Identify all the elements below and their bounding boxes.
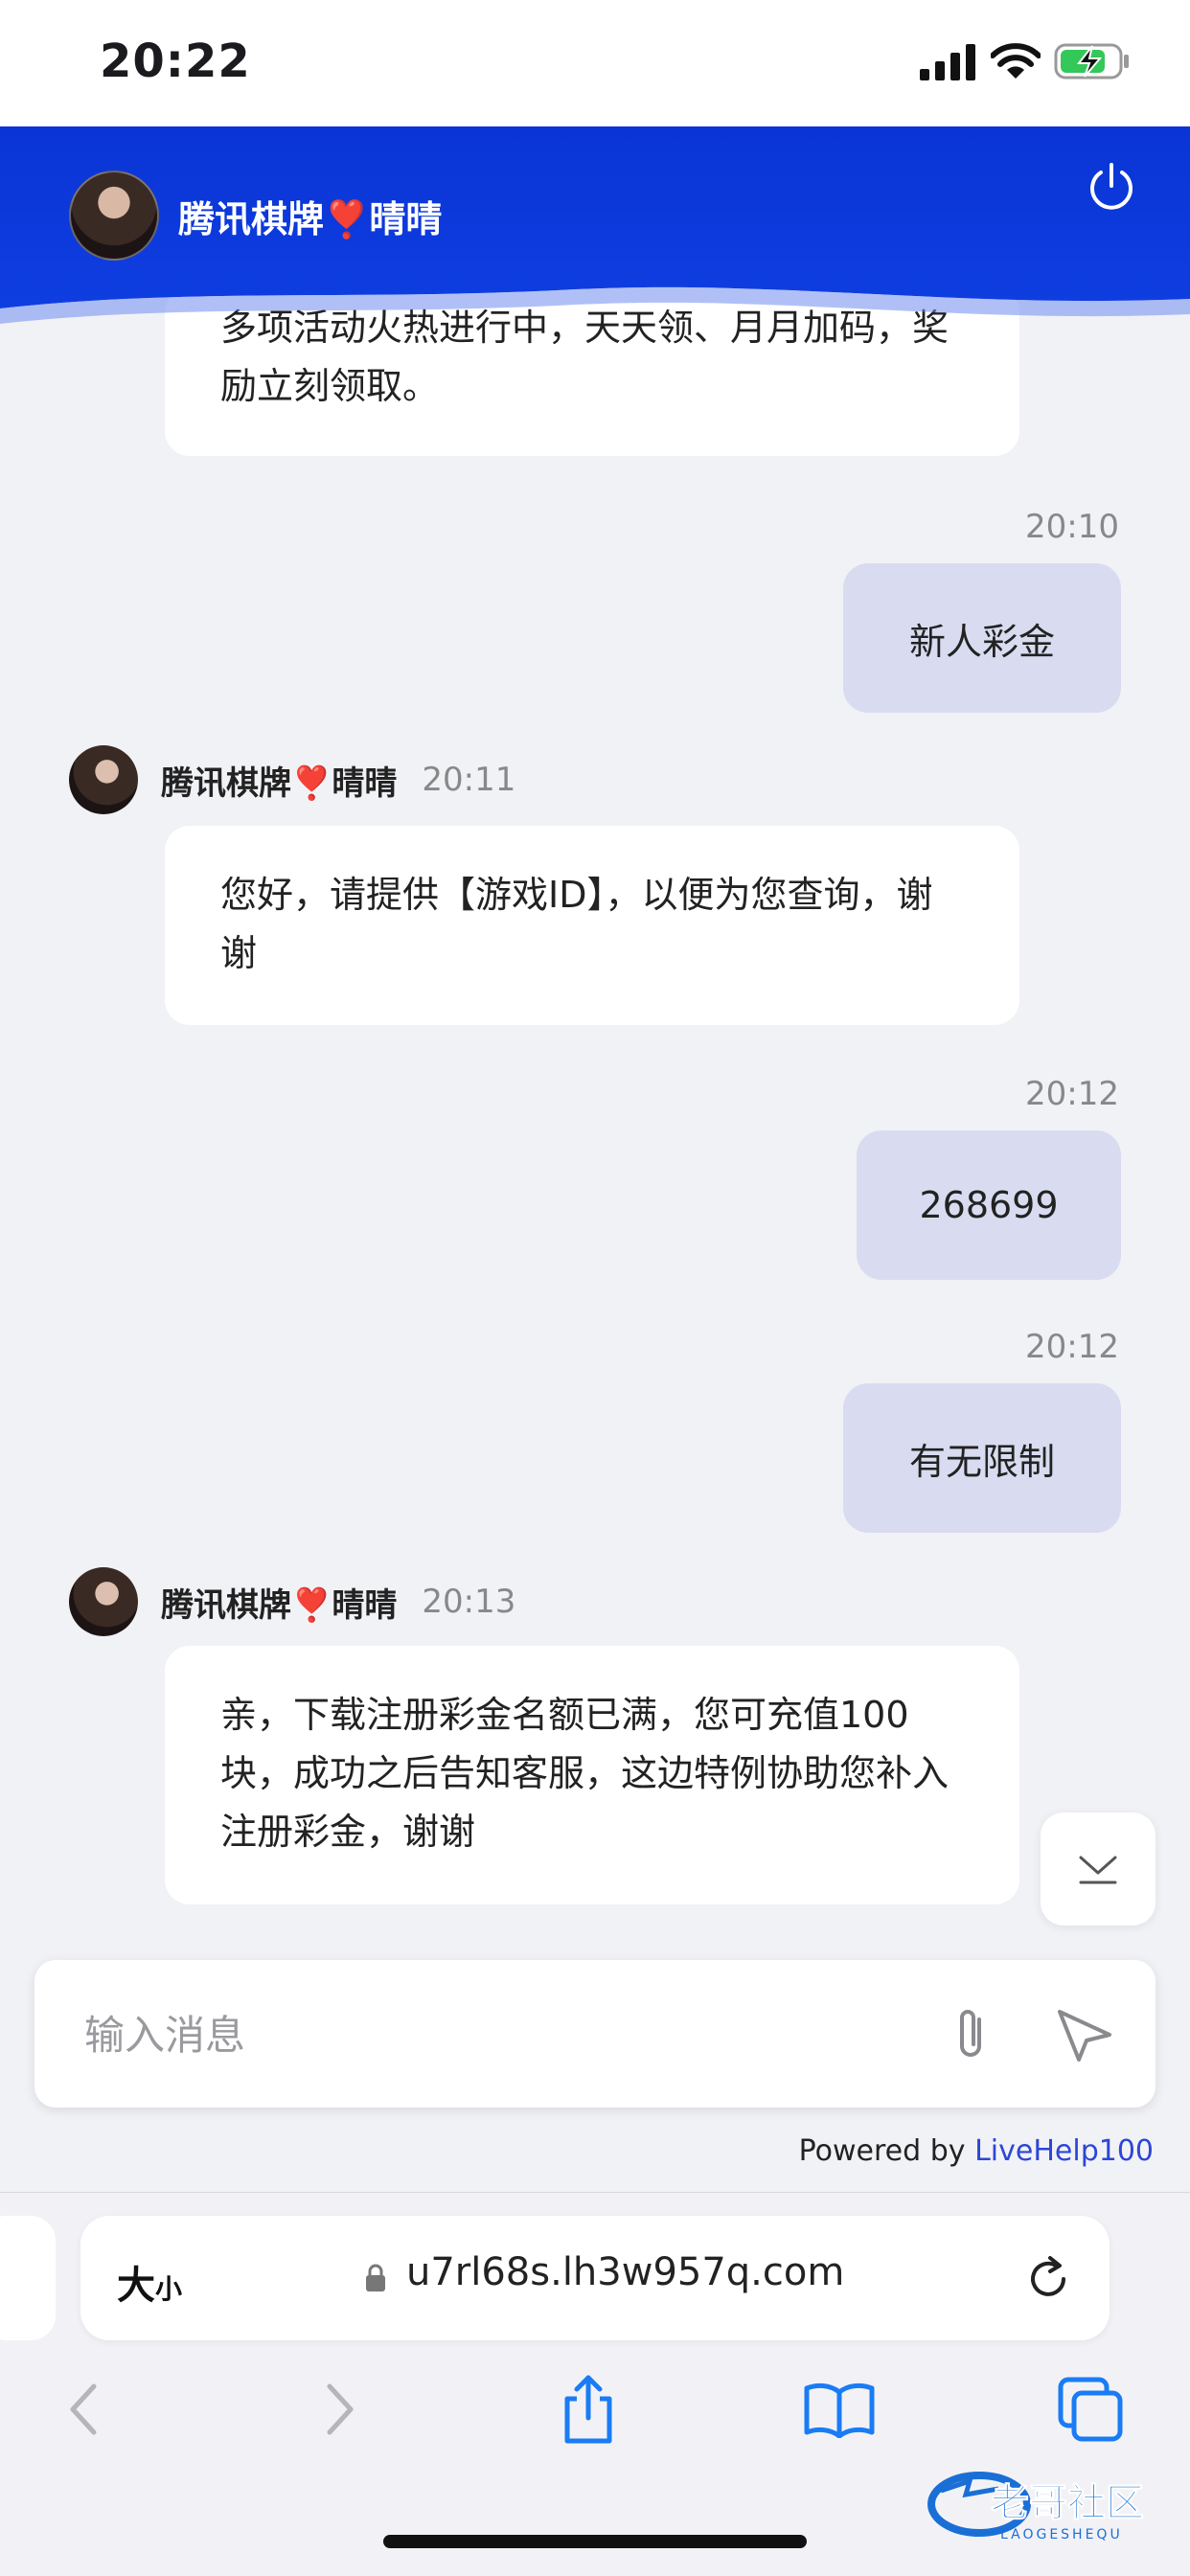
- agent-avatar: [69, 745, 138, 814]
- agent-header: 腾讯棋牌❣️晴晴 20:13: [69, 1567, 515, 1636]
- paperclip-icon[interactable]: [939, 2000, 1006, 2067]
- signal-icon: [920, 44, 975, 80]
- message-bubble-user: 有无限制: [843, 1383, 1121, 1533]
- message-bubble-user: 新人彩金: [843, 563, 1121, 713]
- share-button[interactable]: [548, 2369, 629, 2450]
- home-indicator[interactable]: [383, 2535, 807, 2548]
- message-text: 有无限制: [908, 1440, 1055, 1483]
- text-size-small: 小: [155, 2273, 183, 2305]
- chevron-left-icon: [70, 2383, 97, 2435]
- message-time: 20:10: [1025, 508, 1119, 546]
- message-bubble-agent: 您好，请提供【游戏ID】，以便为您查询，谢谢: [165, 826, 1019, 1025]
- text-size-button[interactable]: 大小: [117, 2254, 182, 2310]
- watermark-text: 老哥社区: [991, 2481, 1144, 2525]
- message-time: 20:12: [1025, 1328, 1119, 1366]
- share-icon: [564, 2375, 612, 2444]
- bookmarks-button[interactable]: [799, 2369, 880, 2450]
- back-button[interactable]: [44, 2369, 125, 2450]
- wifi-icon: [991, 43, 1041, 79]
- tabs-icon: [1058, 2377, 1123, 2442]
- message-text: 268699: [919, 1184, 1059, 1226]
- message-time: 20:13: [422, 1583, 516, 1621]
- chat-title: 腾讯棋牌❣️晴晴: [178, 198, 443, 240]
- message-input[interactable]: [82, 1998, 929, 2071]
- status-bar: 20:22: [0, 0, 1190, 126]
- agent-avatar: [69, 1567, 138, 1636]
- forward-button[interactable]: [299, 2369, 379, 2450]
- powered-by-label: Powered by: [798, 2134, 966, 2168]
- url-text: u7rl68s.lh3w957q.com: [406, 2250, 845, 2294]
- watermark-logo: 老哥社区 LAOGESHEQU: [927, 2472, 1145, 2542]
- agent-avatar: [69, 171, 159, 261]
- chat-header: 腾讯棋牌❣️晴晴: [0, 126, 1190, 328]
- lock-icon: [366, 2264, 385, 2291]
- status-icons: [920, 42, 1131, 80]
- livehelp-link[interactable]: LiveHelp100: [974, 2134, 1154, 2168]
- message-time: 20:11: [422, 761, 516, 799]
- chevron-down-icon: [1079, 1856, 1117, 1884]
- tabs-button[interactable]: [1050, 2369, 1131, 2450]
- agent-header: 腾讯棋牌❣️晴晴 20:11: [69, 745, 515, 814]
- previous-tab-peek[interactable]: [0, 2216, 56, 2340]
- text-size-large: 大: [117, 2264, 155, 2308]
- message-text: 新人彩金: [908, 620, 1055, 663]
- battery-charging-icon: [1054, 43, 1129, 80]
- send-icon[interactable]: [1050, 2000, 1117, 2067]
- powered-by: Powered by LiveHelp100: [799, 2134, 1154, 2168]
- chevron-right-icon: [327, 2383, 354, 2435]
- reload-icon[interactable]: [1021, 2252, 1075, 2306]
- message-composer: [34, 1960, 1156, 2108]
- book-icon: [804, 2382, 875, 2438]
- watermark-subtext: LAOGESHEQU: [1000, 2527, 1123, 2542]
- scroll-to-bottom-button[interactable]: [1041, 1812, 1156, 1926]
- agent-name: 腾讯棋牌❣️晴晴: [161, 764, 398, 803]
- message-text: 亲，下载注册彩金名额已满，您可充值100块，成功之后告知客服，这边特例协助您补入…: [220, 1694, 950, 1853]
- message-text: 您好，请提供【游戏ID】，以便为您查询，谢谢: [220, 874, 933, 974]
- power-icon[interactable]: [1083, 159, 1140, 217]
- message-bubble-user: 268699: [857, 1130, 1121, 1280]
- status-time: 20:22: [100, 34, 251, 88]
- message-time: 20:12: [1025, 1075, 1119, 1113]
- message-bubble-agent: 亲，下载注册彩金名额已满，您可充值100块，成功之后告知客服，这边特例协助您补入…: [165, 1646, 1019, 1904]
- agent-name: 腾讯棋牌❣️晴晴: [161, 1585, 398, 1625]
- address-bar[interactable]: 大小 u7rl68s.lh3w957q.com: [80, 2216, 1110, 2340]
